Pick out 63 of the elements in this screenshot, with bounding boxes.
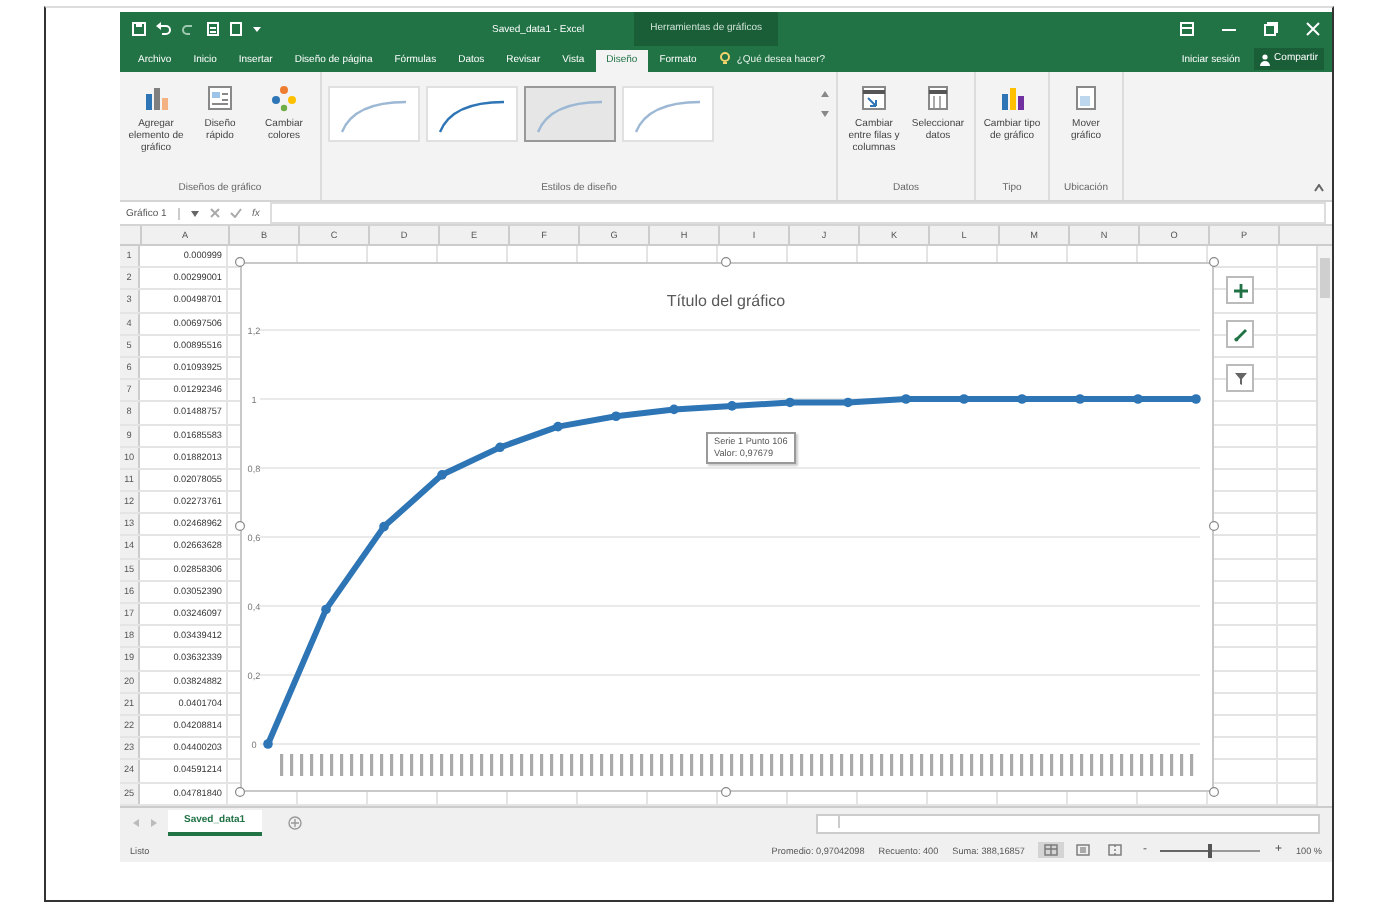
restore-icon[interactable] [1264, 22, 1278, 36]
data-point[interactable] [1017, 394, 1027, 404]
data-point[interactable] [321, 604, 331, 615]
data-point[interactable] [959, 394, 969, 404]
data-line[interactable] [265, 396, 1196, 746]
data-point[interactable] [263, 739, 273, 749]
person-icon [1260, 53, 1271, 65]
caret-icon[interactable] [252, 24, 262, 34]
data-point[interactable] [901, 394, 911, 404]
document-icon[interactable] [206, 22, 220, 36]
chart-filters-button[interactable] [1226, 364, 1254, 392]
data-point[interactable] [553, 421, 563, 432]
lightbulb-icon [720, 52, 731, 66]
ribbon-display-icon[interactable] [1180, 22, 1194, 36]
resize-handle[interactable] [1209, 521, 1219, 531]
bar-chart-icon [998, 84, 1026, 112]
resize-handle[interactable] [721, 787, 731, 797]
resize-handle[interactable] [235, 521, 245, 531]
data-point[interactable] [611, 411, 621, 422]
data-point[interactable] [669, 404, 679, 415]
brush-icon [1233, 327, 1247, 341]
formula-input[interactable] [269, 202, 1326, 224]
check-icon[interactable] [230, 208, 242, 218]
layout-icon [206, 84, 234, 112]
resize-handle[interactable] [235, 257, 245, 267]
resize-handle[interactable] [1209, 257, 1219, 267]
data-point[interactable] [785, 397, 795, 408]
scroll-up-icon[interactable] [820, 90, 830, 98]
filter-icon [1233, 371, 1247, 385]
switch-rows-icon [860, 84, 888, 112]
chart-title[interactable]: Título del gráfico [666, 292, 786, 310]
chart-elements-icon [142, 84, 170, 112]
resize-handle[interactable] [721, 257, 731, 267]
undo-icon[interactable] [156, 22, 172, 36]
chart-style-thumbnail[interactable] [524, 86, 616, 142]
data-point[interactable] [1191, 394, 1201, 404]
move-chart-icon [1072, 84, 1100, 112]
view-button[interactable] [1038, 842, 1065, 858]
data-point[interactable] [1133, 394, 1143, 404]
zoom-slider-thumb[interactable] [1208, 843, 1213, 857]
caret-icon[interactable] [190, 209, 200, 217]
add-sheet-icon[interactable] [287, 816, 302, 830]
scroll-down-icon[interactable] [820, 110, 830, 118]
collapse-ribbon-icon[interactable] [1314, 184, 1324, 192]
resize-handle[interactable] [1209, 787, 1219, 797]
page-icon[interactable] [230, 22, 242, 36]
data-point[interactable] [727, 401, 737, 411]
data-table-icon [924, 84, 952, 112]
chart-elements-button[interactable] [1226, 276, 1254, 304]
palette-icon [270, 84, 298, 112]
close-icon[interactable] [1306, 22, 1320, 36]
vertical-scrollbar[interactable] [1316, 246, 1332, 806]
data-point[interactable] [379, 521, 389, 532]
chart-styles-button[interactable] [1226, 320, 1254, 348]
horizontal-scrollbar[interactable] [816, 813, 1320, 833]
data-point[interactable] [495, 442, 505, 453]
data-point[interactable] [1075, 394, 1085, 404]
resize-handle[interactable] [235, 787, 245, 797]
data-point[interactable] [437, 470, 447, 480]
plus-icon [1233, 283, 1247, 297]
data-point[interactable] [843, 397, 853, 408]
redo-icon[interactable] [182, 22, 196, 36]
save-icon[interactable] [132, 22, 146, 36]
